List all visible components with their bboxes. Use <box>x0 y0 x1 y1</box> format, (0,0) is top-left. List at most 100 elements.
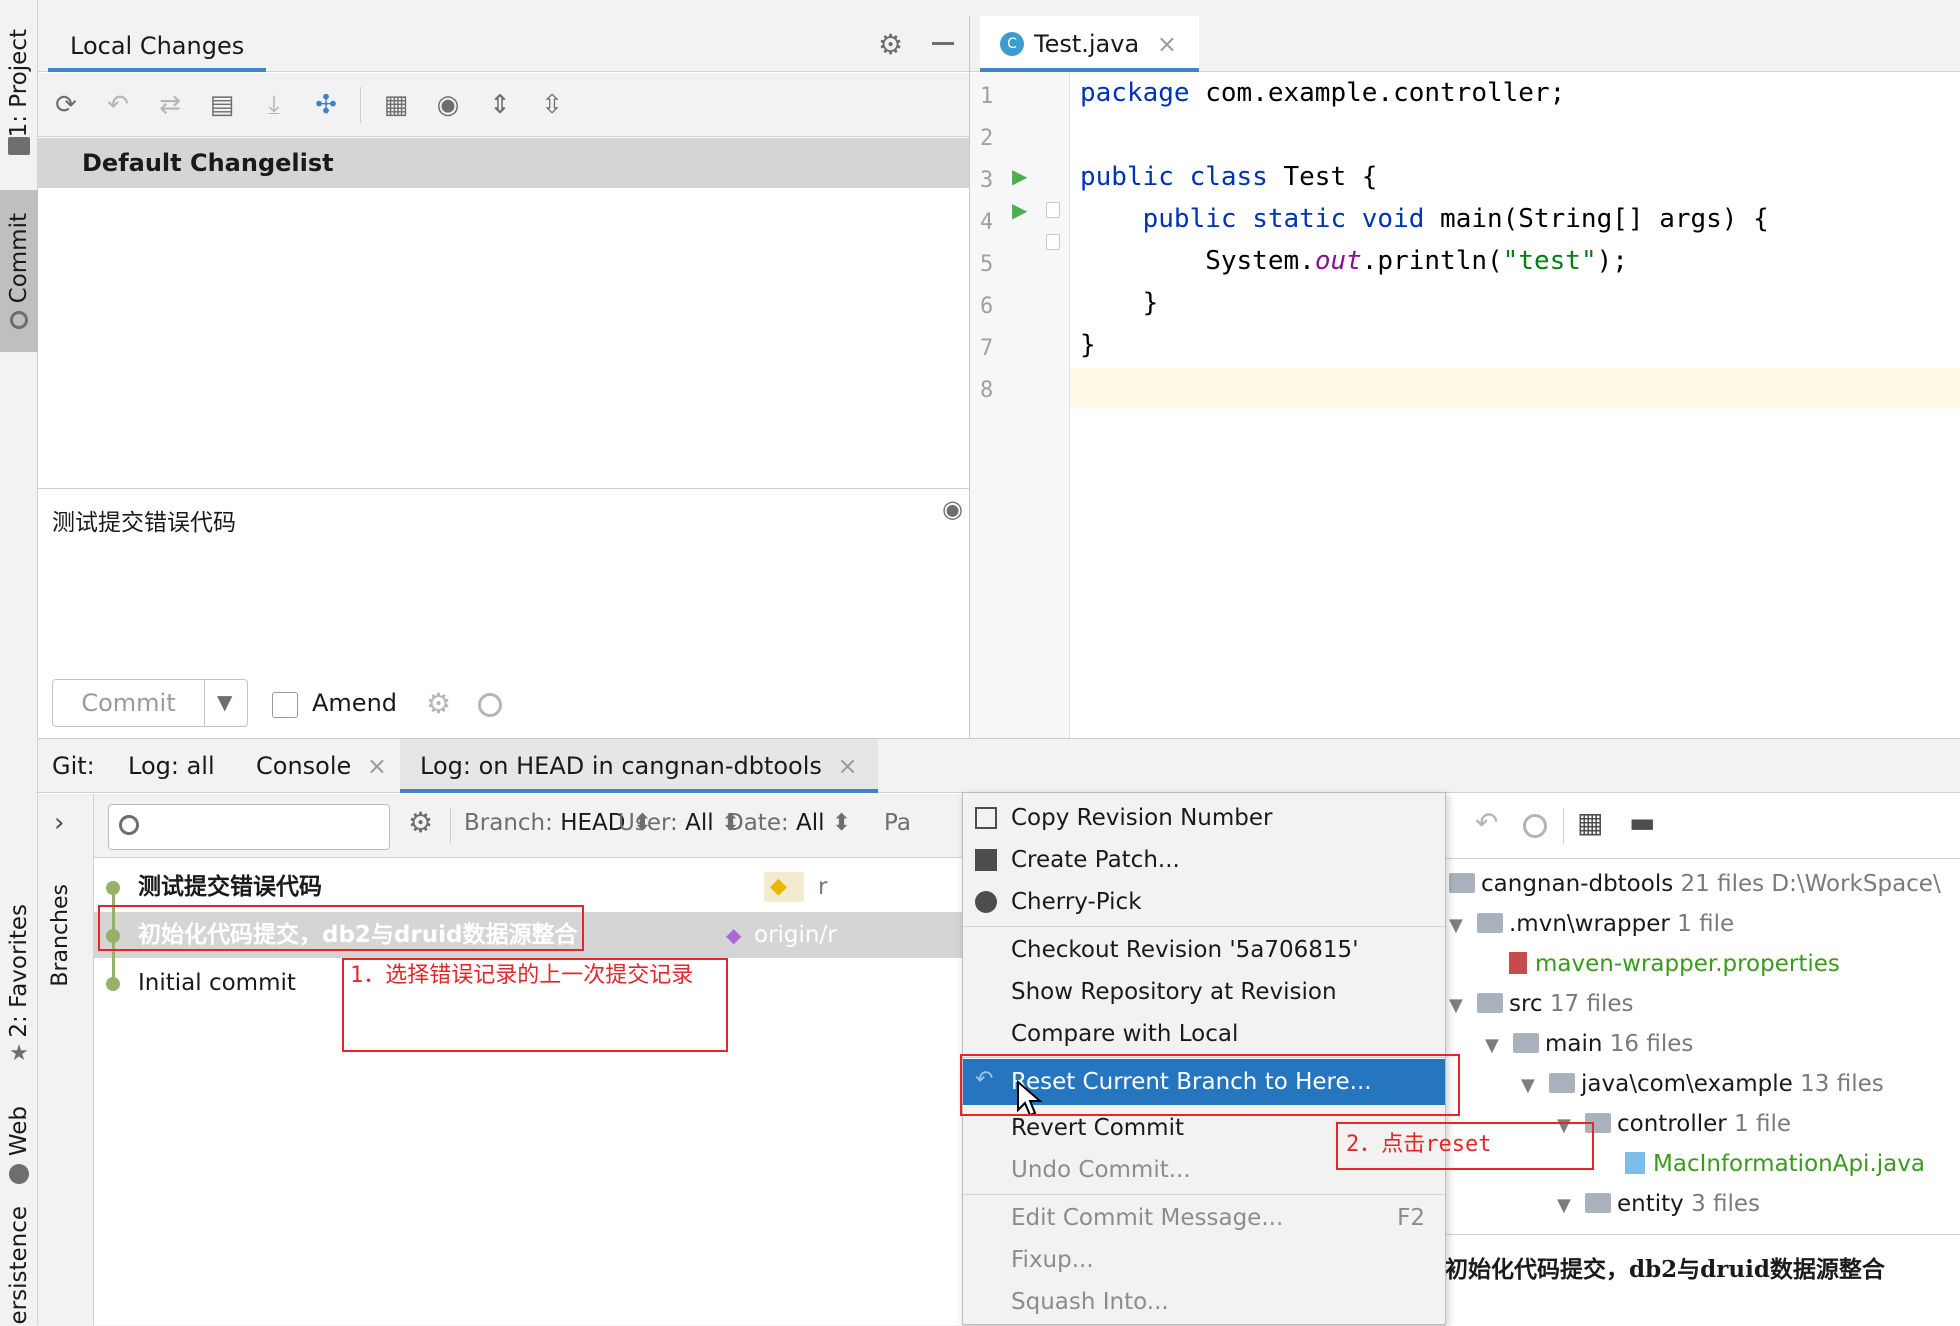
update-project-icon[interactable]: ✣ <box>308 87 344 123</box>
code-token: Test { <box>1267 162 1378 192</box>
menu-item-squash[interactable]: Squash Into... <box>963 1281 1445 1323</box>
chevron-down-icon[interactable]: ▼ <box>1449 906 1477 946</box>
user-filter-label: User: <box>618 810 678 836</box>
refresh-icon[interactable]: ⟳ <box>48 87 84 123</box>
show-diff-icon[interactable]: ⇄ <box>152 87 188 123</box>
eye-icon[interactable]: ◉ <box>430 87 466 123</box>
branches-toggle[interactable]: Branches <box>48 884 73 987</box>
minimize-icon[interactable] <box>932 42 954 45</box>
tab-log-all[interactable]: Log: all <box>128 739 215 793</box>
tree-node-label: entity <box>1617 1191 1684 1217</box>
chevron-down-icon[interactable]: ▼ <box>217 690 232 714</box>
commit-button[interactable]: Commit <box>53 680 205 726</box>
tree-node-file[interactable]: MacInformationApi.java <box>1625 1144 1925 1184</box>
gear-icon[interactable]: ⚙ <box>426 687 451 720</box>
tool-window-commit[interactable]: Commit <box>0 190 38 352</box>
tool-window-web-label: Web <box>6 1105 32 1157</box>
menu-separator <box>963 926 1445 927</box>
tool-window-favorites[interactable]: 2: Favorites ★ <box>0 900 38 1070</box>
chevron-right-icon[interactable]: › <box>54 808 64 838</box>
fold-icon[interactable] <box>1046 234 1060 250</box>
commit-details-pane: ↶ ▦ ▬ cangnan-dbtools 21 files D:\WorkSp… <box>1444 794 1960 1326</box>
amend-checkbox[interactable] <box>272 692 298 718</box>
tab-log-head-label: Log: on HEAD in cangnan-dbtools <box>420 752 822 780</box>
menu-item-edit-message[interactable]: Edit Commit Message... F2 <box>963 1197 1445 1239</box>
code-line[interactable]: public class Test { <box>1080 162 1377 192</box>
menu-item-label: Cherry-Pick <box>1011 889 1142 915</box>
group-by-icon[interactable]: ▦ <box>1577 806 1603 839</box>
menu-item-compare-local[interactable]: Compare with Local <box>963 1013 1445 1055</box>
editor-tab-test-java[interactable]: C Test.java × <box>980 16 1199 72</box>
code-line[interactable]: public static void main(String[] args) { <box>1080 204 1769 234</box>
gear-icon[interactable]: ⚙ <box>408 806 433 839</box>
menu-item-copy-revision[interactable]: Copy Revision Number <box>963 797 1445 839</box>
tool-window-web[interactable]: Web <box>0 1100 38 1190</box>
tab-local-changes[interactable]: Local Changes <box>48 26 267 72</box>
shelve-icon[interactable]: ⤓ <box>256 87 292 123</box>
tree-node[interactable]: ▼ .mvn\wrapper 1 file <box>1449 904 1734 944</box>
tree-node[interactable]: ▼ java\com\example 13 files <box>1521 1064 1884 1104</box>
code-line[interactable]: } <box>1080 288 1159 318</box>
gear-icon[interactable]: ⚙ <box>878 28 903 61</box>
tool-window-persistence[interactable]: ersistence <box>0 1206 38 1325</box>
menu-item-cherry-pick[interactable]: Cherry-Pick <box>963 881 1445 923</box>
run-gutter-icon[interactable]: ▶ <box>1012 164 1027 188</box>
tag-icon: ◆ <box>726 923 742 947</box>
code-line[interactable]: } <box>1080 330 1096 360</box>
menu-item-create-patch[interactable]: Create Patch... <box>963 839 1445 881</box>
close-icon[interactable]: × <box>1157 30 1177 58</box>
tool-window-project[interactable]: 1: Project <box>0 20 38 170</box>
history-icon[interactable] <box>1523 814 1547 838</box>
expand-all-icon[interactable]: ⇕ <box>482 87 518 123</box>
layout-icon[interactable]: ▬ <box>1629 806 1655 839</box>
run-gutter-icon[interactable]: ▶ <box>1012 198 1027 222</box>
collapse-all-icon[interactable]: ⇳ <box>534 87 570 123</box>
code-token: out <box>1314 246 1362 276</box>
left-tool-strip: 1: Project Commit 2: Favorites ★ Web ers… <box>0 0 38 1325</box>
path-filter[interactable]: Pa <box>884 810 911 836</box>
fold-icon[interactable] <box>1046 202 1060 218</box>
group-by-icon[interactable]: ▦ <box>378 87 414 123</box>
log-search-input[interactable] <box>108 804 390 850</box>
chevron-down-icon[interactable]: ▼ <box>1557 1186 1585 1226</box>
copy-icon <box>975 807 997 829</box>
menu-item-label: Fixup... <box>1011 1247 1094 1273</box>
changelist-icon[interactable]: ▤ <box>204 87 240 123</box>
chevron-down-icon[interactable]: ▼ <box>1449 986 1477 1026</box>
default-changelist[interactable]: Default Changelist <box>38 138 969 188</box>
undo-icon[interactable]: ↶ <box>1475 806 1498 839</box>
menu-item-label: Checkout Revision '5a706815' <box>1011 937 1359 963</box>
rollback-icon[interactable]: ↶ <box>100 87 136 123</box>
commit-message-area[interactable]: 测试提交错误代码 ◉ Commit ▼ Amend ⚙ <box>38 488 969 738</box>
eye-icon[interactable]: ◉ <box>942 495 963 523</box>
user-filter[interactable]: User: All ⬍ <box>618 810 740 836</box>
commit-row[interactable]: 测试提交错误代码 ◆ r <box>94 864 994 910</box>
close-icon[interactable]: × <box>838 752 858 780</box>
chevron-down-icon[interactable]: ▼ <box>1521 1066 1549 1106</box>
chevron-down-icon[interactable]: ▼ <box>1485 1026 1513 1066</box>
line-number: 6 <box>980 294 994 319</box>
code-line[interactable]: System.out.println("test"); <box>1080 246 1628 276</box>
tab-log-head[interactable]: Log: on HEAD in cangnan-dbtools × <box>400 739 878 793</box>
tab-console-label: Console <box>256 752 352 780</box>
tree-node-meta: 3 files <box>1691 1191 1761 1217</box>
line-number: 7 <box>980 336 994 361</box>
tree-node-root[interactable]: cangnan-dbtools 21 files D:\WorkSpace\ <box>1449 864 1941 904</box>
tree-node-file[interactable]: maven-wrapper.properties <box>1509 944 1840 984</box>
code-token: System. <box>1080 246 1315 276</box>
tree-node[interactable]: ▼ entity 3 files <box>1557 1184 1760 1224</box>
commit-button-group: Commit ▼ <box>52 679 248 727</box>
commit-message-text[interactable]: 测试提交错误代码 <box>52 503 236 537</box>
tree-node[interactable]: ▼ main 16 files <box>1485 1024 1693 1064</box>
tab-console[interactable]: Console × <box>256 739 387 793</box>
menu-item-show-repository[interactable]: Show Repository at Revision <box>963 971 1445 1013</box>
tree-node[interactable]: ▼ src 17 files <box>1449 984 1634 1024</box>
close-icon[interactable]: × <box>367 752 387 780</box>
menu-item-fixup[interactable]: Fixup... <box>963 1239 1445 1281</box>
history-icon[interactable] <box>478 693 502 717</box>
code-line[interactable]: package com.example.controller; <box>1080 78 1565 108</box>
line-number: 2 <box>980 126 994 151</box>
date-filter[interactable]: Date: All ⬍ <box>726 810 851 836</box>
menu-item-checkout-revision[interactable]: Checkout Revision '5a706815' <box>963 929 1445 971</box>
line-number: 5 <box>980 252 994 277</box>
